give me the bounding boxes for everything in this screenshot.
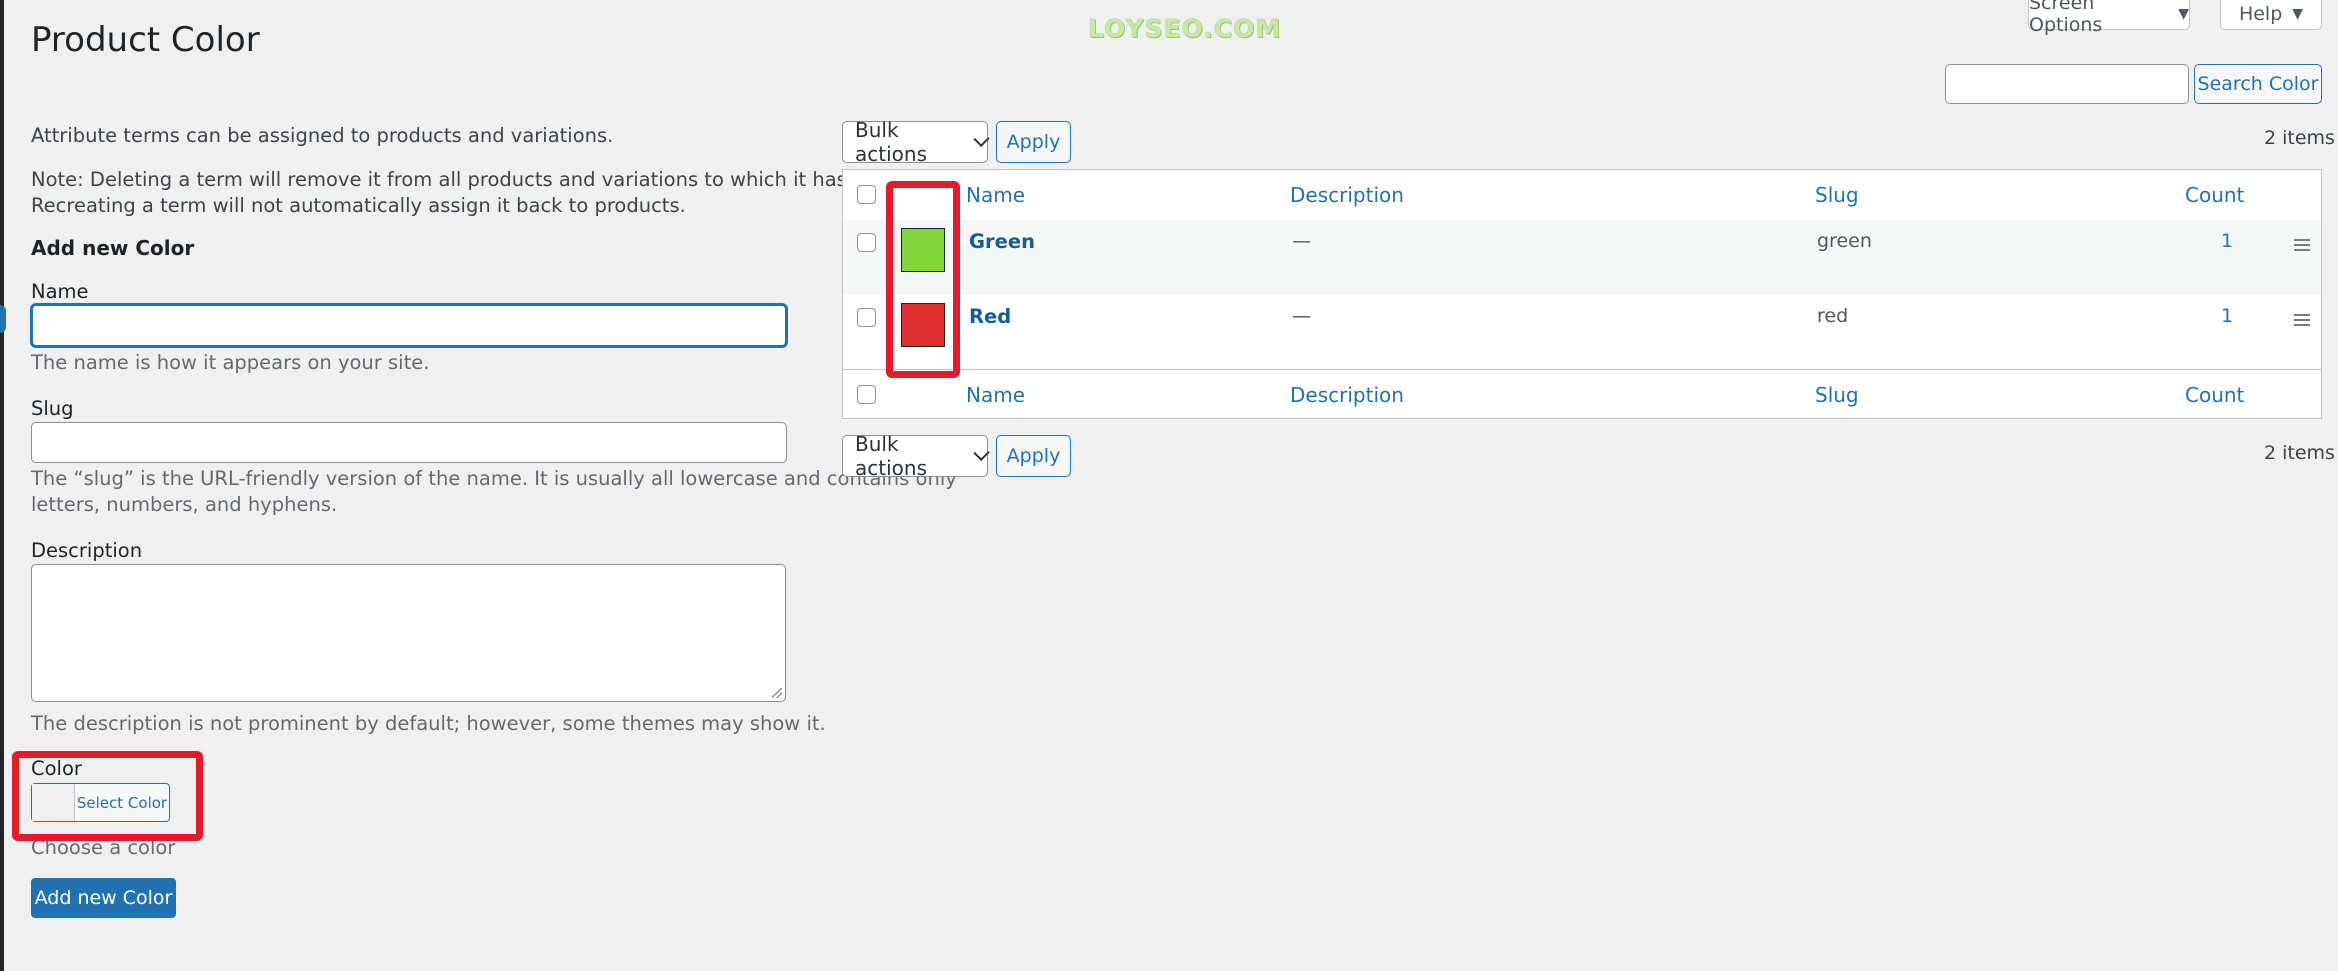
table-footer-row: Name Description Slug Count <box>843 369 2321 420</box>
select-color-button[interactable]: Select Color <box>31 783 170 822</box>
screen-options-label: Screen Options <box>2029 0 2103 36</box>
chevron-down-icon <box>973 130 990 148</box>
term-count-link[interactable]: 1 <box>2221 230 2233 252</box>
color-label: Color <box>31 757 82 780</box>
bulk-actions-label: Bulk actions <box>855 432 927 480</box>
slug-input[interactable] <box>31 422 787 463</box>
row-checkbox[interactable] <box>857 308 876 327</box>
resize-handle-icon[interactable] <box>772 688 782 698</box>
column-slug-sort[interactable]: Slug <box>1815 383 1859 407</box>
add-new-heading: Add new Color <box>31 236 195 260</box>
caret-down-icon: ▼ <box>2292 5 2304 22</box>
terms-table: Name Description Slug Count Green — gree… <box>842 169 2322 419</box>
name-label: Name <box>31 280 89 303</box>
term-name-link[interactable]: Red <box>969 305 1011 328</box>
delete-note-line-2: Recreating a term will not automatically… <box>31 194 686 217</box>
page-title: Product Color <box>31 20 260 60</box>
description-label: Description <box>31 539 143 562</box>
color-preview-swatch <box>32 784 75 821</box>
table-header-row: Name Description Slug Count <box>843 170 2321 221</box>
term-description: — <box>1292 305 1311 327</box>
watermark: LOYSEO.COM <box>1088 14 1282 43</box>
color-swatch <box>901 228 945 272</box>
color-help: Choose a color <box>31 836 176 859</box>
apply-button-top[interactable]: Apply <box>996 121 1071 163</box>
bulk-actions-label: Bulk actions <box>855 118 927 166</box>
column-name-sort[interactable]: Name <box>966 383 1025 407</box>
description-textarea[interactable] <box>31 564 786 702</box>
items-count-top: 2 items <box>2264 127 2335 149</box>
name-input[interactable] <box>31 304 787 347</box>
term-slug: red <box>1817 305 1849 327</box>
search-color-button[interactable]: Search Color <box>2194 64 2322 104</box>
slug-help-line-1: The “slug” is the URL-friendly version o… <box>31 467 957 490</box>
column-slug-sort[interactable]: Slug <box>1815 183 1859 207</box>
select-all-checkbox-top[interactable] <box>857 185 876 204</box>
drag-handle-icon[interactable] <box>2294 239 2310 254</box>
admin-sidebar-edge <box>0 0 4 971</box>
term-slug: green <box>1817 230 1872 252</box>
select-color-label: Select Color <box>76 793 168 812</box>
term-name-link[interactable]: Green <box>969 230 1035 253</box>
row-checkbox[interactable] <box>857 233 876 252</box>
apply-button-bottom[interactable]: Apply <box>996 435 1071 477</box>
term-count-link[interactable]: 1 <box>2221 305 2233 327</box>
column-description-sort[interactable]: Description <box>1290 383 1404 407</box>
search-input[interactable] <box>1945 64 2189 104</box>
column-count-sort[interactable]: Count <box>2185 183 2244 207</box>
help-label: Help <box>2238 2 2283 25</box>
column-description-sort[interactable]: Description <box>1290 183 1404 207</box>
screen-options-button[interactable]: Screen Options ▼ <box>2028 0 2190 36</box>
color-swatch <box>901 303 945 347</box>
chevron-down-icon <box>973 444 990 462</box>
term-description: — <box>1292 230 1311 252</box>
slug-help-line-2: letters, numbers, and hyphens. <box>31 493 338 516</box>
column-name-sort[interactable]: Name <box>966 183 1025 207</box>
bulk-actions-select-bottom[interactable]: Bulk actions <box>842 432 990 480</box>
slug-label: Slug <box>31 397 74 420</box>
table-row: Red — red 1 <box>843 295 2321 370</box>
name-help: The name is how it appears on your site. <box>31 351 430 374</box>
items-count-bottom: 2 items <box>2264 442 2335 464</box>
bulk-actions-select-top[interactable]: Bulk actions <box>842 118 990 166</box>
admin-menu-current-indicator <box>0 305 6 333</box>
caret-down-icon: ▼ <box>2178 5 2189 22</box>
select-all-checkbox-bottom[interactable] <box>857 385 876 404</box>
column-count-sort[interactable]: Count <box>2185 383 2244 407</box>
table-row: Green — green 1 <box>843 220 2321 295</box>
description-help: The description is not prominent by defa… <box>31 712 826 735</box>
intro-text: Attribute terms can be assigned to produ… <box>31 124 614 147</box>
drag-handle-icon[interactable] <box>2294 314 2310 329</box>
help-button[interactable]: Help ▼ <box>2220 0 2322 30</box>
add-new-color-button[interactable]: Add new Color <box>31 878 176 918</box>
